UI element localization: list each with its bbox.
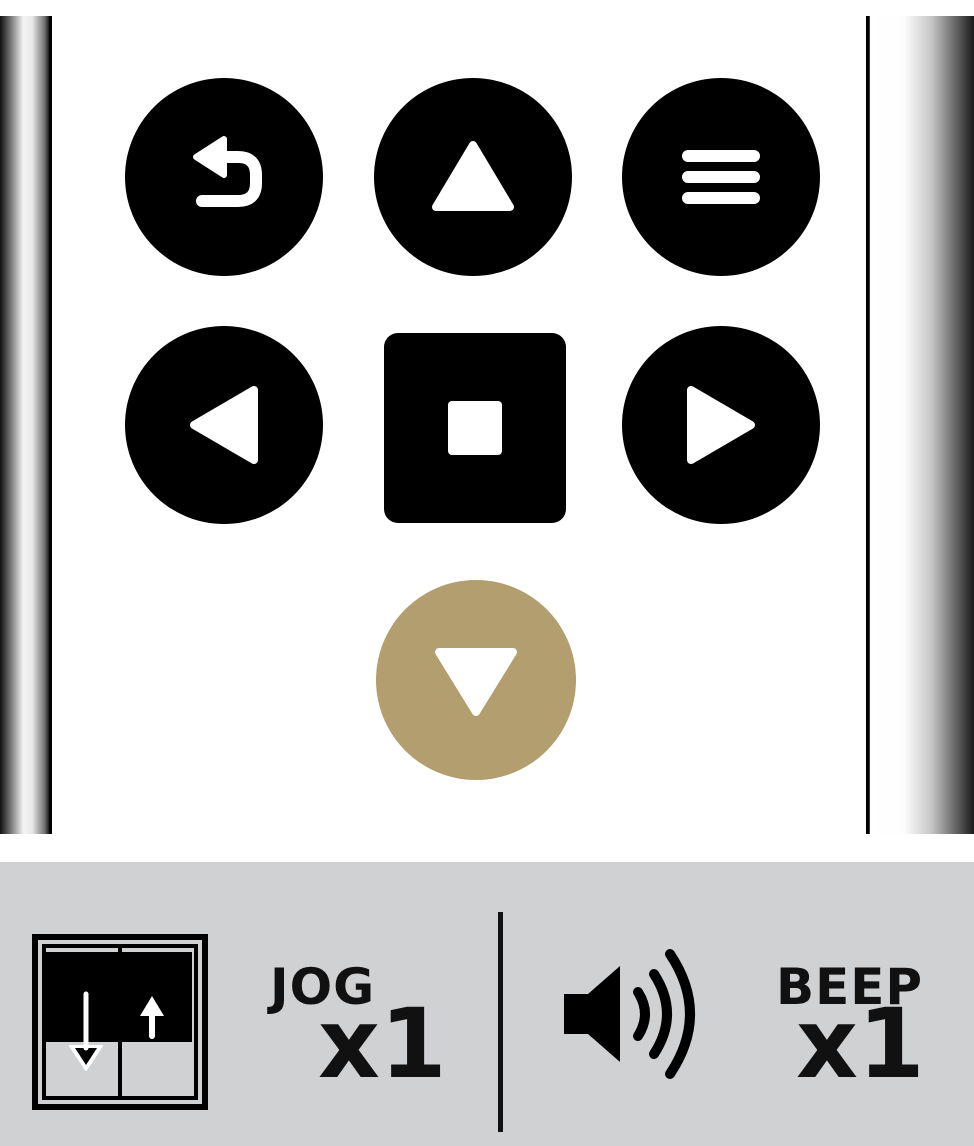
up-button[interactable]	[374, 78, 572, 276]
beep-count: x1	[796, 988, 925, 1100]
back-button[interactable]	[125, 78, 323, 276]
double-hung-window-icon	[32, 934, 208, 1110]
triangle-left-icon	[190, 386, 258, 464]
left-button[interactable]	[125, 326, 323, 524]
triangle-down-icon	[435, 648, 517, 716]
right-rail	[866, 16, 974, 834]
triangle-up-icon	[432, 141, 514, 211]
triangle-right-icon	[687, 386, 755, 464]
menu-icon	[682, 150, 760, 204]
back-arrow-icon	[193, 136, 262, 207]
left-rail	[0, 16, 52, 834]
stop-icon	[448, 401, 502, 455]
stop-button[interactable]	[384, 333, 566, 523]
status-bar: JOG x1 BEEP x1	[0, 862, 974, 1146]
menu-button[interactable]	[622, 78, 820, 276]
remote-panel	[0, 16, 974, 834]
right-button[interactable]	[622, 326, 820, 524]
jog-count: x1	[318, 988, 447, 1100]
speaker-volume-icon	[564, 949, 695, 1079]
down-button[interactable]	[376, 580, 576, 780]
status-divider	[498, 912, 503, 1132]
